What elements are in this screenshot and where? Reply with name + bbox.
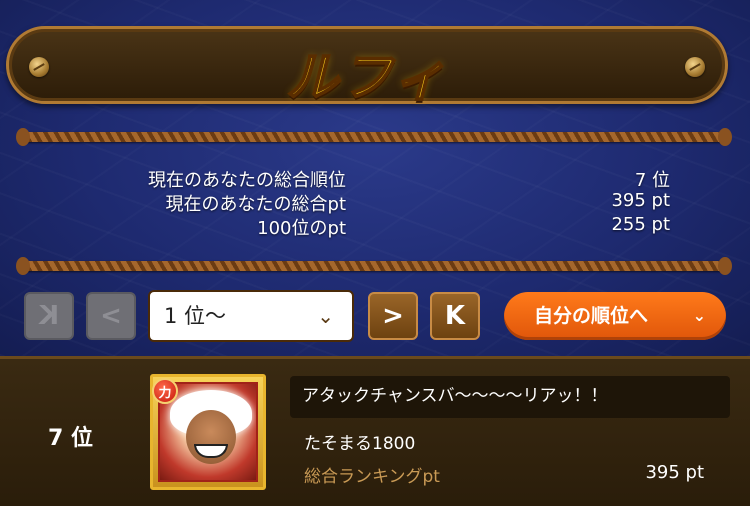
type-badge-icon: 力 <box>152 378 178 404</box>
last-page-button[interactable]: K <box>430 292 480 340</box>
pt-value: 395 pt <box>645 462 704 483</box>
entry-rank: 7 位 <box>48 426 93 451</box>
chevron-left-icon: < <box>100 301 122 331</box>
player-comment: アタックチャンスバ〜〜〜〜リアッ！！ <box>290 376 730 418</box>
rank-range-select[interactable]: 1 位〜 ⌄ <box>148 290 354 342</box>
rivet-icon <box>685 57 705 77</box>
stat-row-current-rank: 現在のあなたの総合順位 7 位 <box>0 166 750 191</box>
my-rank-label: 自分の順位へ <box>534 305 649 327</box>
stats-block: 現在のあなたの総合順位 7 位 現在のあなたの総合pt 395 pt 100位の… <box>0 166 750 239</box>
stat-label: 現在のあなたの総合順位 <box>148 170 346 191</box>
stat-value: 7 位 <box>634 170 670 191</box>
skip-first-icon: K <box>38 301 60 331</box>
stat-label: 100位のpt <box>257 218 346 239</box>
next-page-button[interactable]: > <box>368 292 418 340</box>
first-page-button[interactable]: K <box>24 292 74 340</box>
chevron-down-icon: ⌄ <box>317 304 334 328</box>
skip-last-icon: K <box>444 301 466 331</box>
stat-row-100th-pt: 100位のpt 255 pt <box>0 214 750 239</box>
player-name[interactable]: たそまる1800 <box>304 429 415 454</box>
rank-range-value: 1 位〜 <box>164 304 227 328</box>
chevron-down-icon: ⌄ <box>692 306 706 325</box>
prev-page-button[interactable]: < <box>86 292 136 340</box>
jump-to-my-rank-button[interactable]: 自分の順位へ ⌄ <box>504 292 726 340</box>
stat-label: 現在のあなたの総合pt <box>165 194 346 215</box>
stat-row-current-pt: 現在のあなたの総合pt 395 pt <box>0 190 750 215</box>
chevron-right-icon: > <box>382 301 404 331</box>
page-title: ルフィ <box>286 47 448 109</box>
stat-value: 255 pt <box>611 214 670 235</box>
stat-value: 395 pt <box>611 190 670 211</box>
rope-divider <box>16 128 732 146</box>
rope-divider <box>16 257 732 275</box>
pt-label: 総合ランキングpt <box>304 467 440 487</box>
title-banner: ルフィ <box>6 26 728 109</box>
